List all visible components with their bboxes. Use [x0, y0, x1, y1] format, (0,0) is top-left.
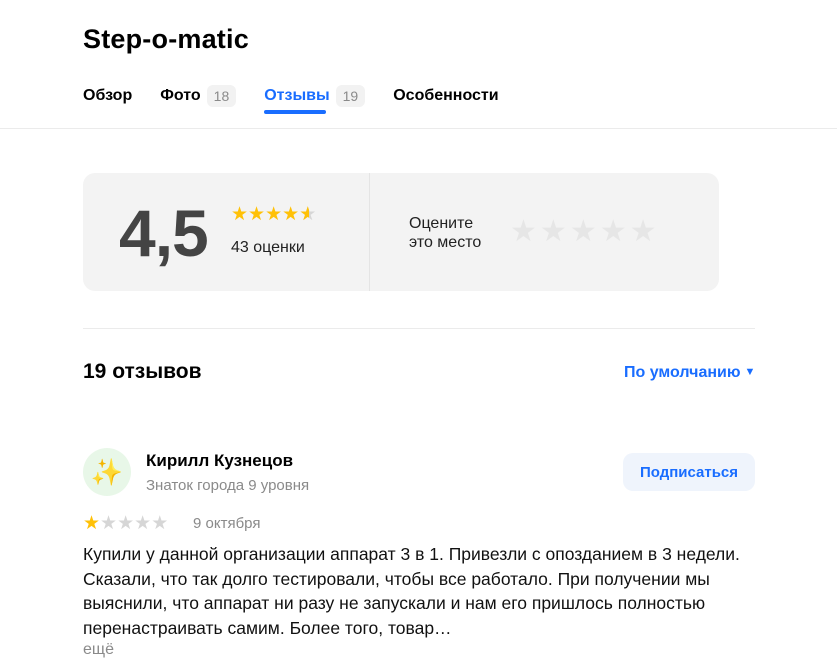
review-author-name[interactable]: Кирилл Кузнецов — [146, 451, 293, 471]
review-stars: ★ ★ ★ ★ ★ — [83, 514, 168, 534]
rate-star-5-icon[interactable]: ★ — [630, 217, 657, 247]
star-icon: ★ — [134, 513, 152, 534]
star-icon: ★ — [100, 513, 118, 534]
sort-label: По умолчанию — [624, 364, 741, 381]
rate-star-2-icon[interactable]: ★ — [540, 217, 567, 247]
rate-prompt: Оцените это место — [409, 214, 509, 252]
rate-star-1-icon[interactable]: ★ — [510, 217, 537, 247]
star-icon: ★ — [83, 513, 101, 534]
triangle-down-icon: ▼ — [744, 366, 756, 378]
subscribe-button[interactable]: Подписаться — [623, 453, 755, 491]
tab-photos-count: 18 — [206, 85, 237, 107]
rate-prompt-line1: Оцените — [409, 215, 474, 232]
tab-reviews-label: Отзывы — [264, 87, 330, 104]
tab-reviews-count: 19 — [335, 85, 366, 107]
tab-photos-label: Фото — [160, 87, 201, 104]
active-tab-indicator — [264, 110, 327, 114]
tab-features-label: Особенности — [393, 87, 499, 104]
rate-stars: ★ ★ ★ ★ ★ — [510, 217, 660, 247]
rating-count: 43 оценки — [231, 239, 305, 256]
tab-photos[interactable]: Фото 18 — [160, 78, 237, 114]
review-date: 9 октября — [193, 515, 261, 532]
tab-overview[interactable]: Обзор — [83, 78, 132, 114]
average-rating: 4,5 — [119, 196, 209, 270]
rate-prompt-line2: это место — [409, 234, 482, 251]
tabs-bar: Обзор Фото 18 Отзывы 19 Особенности — [83, 78, 527, 114]
review-more-link[interactable]: ещё — [83, 641, 114, 659]
half-star-icon: ★ — [299, 205, 316, 226]
rate-star-4-icon[interactable]: ★ — [600, 217, 627, 247]
rate-star-3-icon[interactable]: ★ — [570, 217, 597, 247]
star-icon: ★ — [117, 513, 135, 534]
star-icon: ★ — [248, 204, 266, 225]
review-author-level: Знаток города 9 уровня — [146, 477, 310, 494]
tab-reviews[interactable]: Отзывы 19 — [264, 78, 366, 114]
reviews-count-title: 19 отзывов — [83, 360, 202, 383]
review-text: Купили у данной организации аппарат 3 в … — [83, 544, 740, 638]
avatar[interactable]: ✨ — [83, 448, 131, 496]
sparkles-icon: ✨ — [90, 457, 124, 487]
section-divider — [83, 328, 755, 329]
tab-features[interactable]: Особенности — [393, 78, 498, 114]
tab-overview-label: Обзор — [83, 87, 133, 104]
star-icon: ★ — [265, 204, 283, 225]
sort-dropdown[interactable]: По умолчанию ▼ — [624, 364, 755, 382]
star-icon: ★ — [151, 513, 169, 534]
header-divider — [0, 128, 837, 129]
average-rating-stars: ★ ★ ★ ★ ★ — [231, 204, 316, 226]
star-icon: ★ — [231, 204, 249, 225]
star-icon: ★ — [282, 204, 300, 225]
page-title: Step-o-matic — [83, 24, 249, 54]
card-divider — [369, 173, 370, 291]
rating-summary-card: 4,5 ★ ★ ★ ★ ★ 43 оценки Оцените это мест… — [83, 173, 719, 291]
